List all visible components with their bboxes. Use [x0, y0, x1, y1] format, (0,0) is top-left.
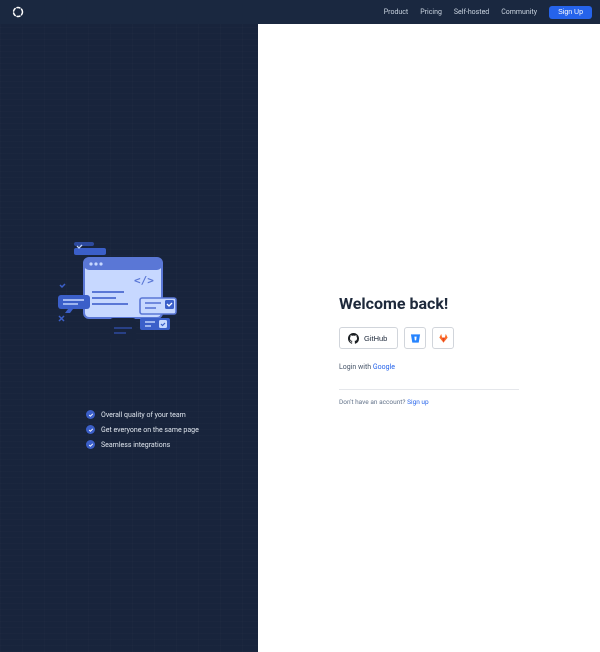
github-login-button[interactable]: GitHub	[339, 327, 398, 349]
hero-panel: </>	[0, 24, 258, 652]
oauth-buttons: GitHub	[339, 327, 519, 349]
feature-text: Overall quality of your team	[101, 411, 186, 419]
bitbucket-icon	[410, 333, 421, 344]
feature-text: Seamless integrations	[101, 441, 170, 449]
signup-button[interactable]: Sign Up	[549, 6, 592, 19]
github-icon	[348, 333, 359, 344]
feature-item: Get everyone on the same page	[86, 425, 199, 434]
google-login-link[interactable]: Google	[373, 363, 395, 371]
feature-list: Overall quality of your team Get everyon…	[86, 410, 199, 455]
main: </>	[0, 24, 600, 652]
nav: Product Pricing Self-hosted Community Si…	[384, 6, 592, 19]
gitlab-icon	[438, 333, 449, 344]
nav-pricing[interactable]: Pricing	[420, 8, 442, 16]
feature-item: Seamless integrations	[86, 440, 199, 449]
gitlab-login-button[interactable]	[432, 327, 454, 349]
nav-product[interactable]: Product	[384, 8, 408, 16]
logo-icon	[12, 6, 24, 18]
logo[interactable]	[12, 6, 24, 18]
check-icon	[86, 410, 95, 419]
feature-item: Overall quality of your team	[86, 410, 199, 419]
hero-illustration: </>	[54, 240, 204, 364]
nav-self-hosted[interactable]: Self-hosted	[454, 8, 489, 16]
svg-text:</>: </>	[134, 274, 154, 287]
signup-line: Don't have an account? Sign up	[339, 398, 519, 406]
nav-community[interactable]: Community	[501, 8, 537, 16]
github-label: GitHub	[364, 334, 387, 343]
bitbucket-login-button[interactable]	[404, 327, 426, 349]
divider	[339, 389, 519, 390]
check-icon	[86, 440, 95, 449]
check-icon	[86, 425, 95, 434]
login-panel: Welcome back! GitHub Login with Google D…	[258, 24, 600, 652]
google-login-line: Login with Google	[339, 363, 519, 371]
welcome-heading: Welcome back!	[339, 294, 519, 313]
topbar: Product Pricing Self-hosted Community Si…	[0, 0, 600, 24]
signup-link[interactable]: Sign up	[407, 398, 429, 406]
feature-text: Get everyone on the same page	[101, 426, 199, 434]
